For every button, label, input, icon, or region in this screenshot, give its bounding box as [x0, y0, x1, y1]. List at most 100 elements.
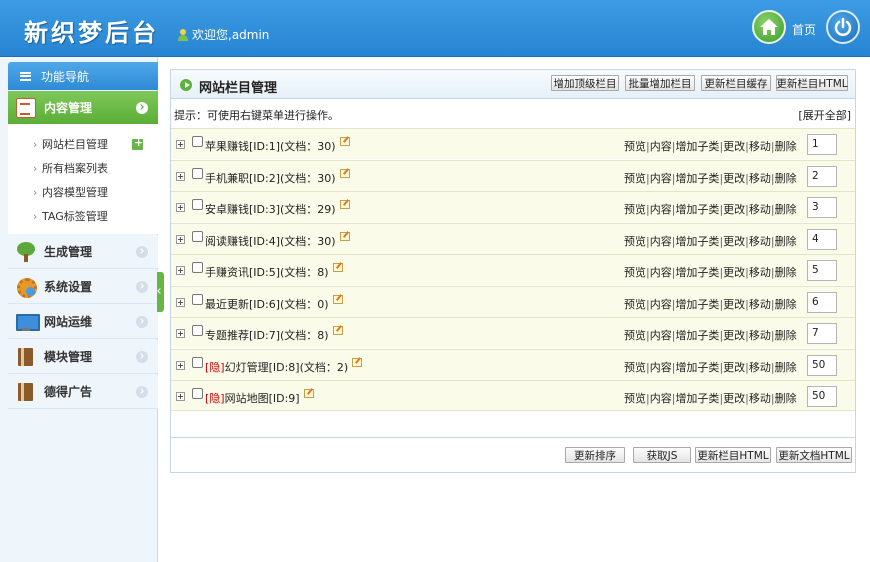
action-link[interactable]: 增加子类: [675, 329, 719, 342]
action-link[interactable]: 更改: [723, 392, 745, 405]
action-link[interactable]: 内容: [650, 140, 672, 153]
action-link[interactable]: 更改: [723, 361, 745, 374]
update-column-cache-button[interactable]: 更新栏目缓存: [701, 75, 771, 91]
sidebar-collapse-handle[interactable]: [157, 272, 164, 312]
action-link[interactable]: 内容: [650, 298, 672, 311]
sort-input[interactable]: 6: [807, 291, 837, 313]
row-checkbox[interactable]: [192, 167, 203, 179]
column-name[interactable]: 阅读赚钱[ID:4](文档：30): [205, 231, 350, 249]
action-link[interactable]: 删除: [775, 392, 797, 405]
edit-icon[interactable]: [303, 389, 314, 398]
action-link[interactable]: 更改: [723, 203, 745, 216]
sort-input[interactable]: 7: [807, 323, 837, 344]
action-link[interactable]: 增加子类: [675, 298, 719, 311]
update-column-html-bottom-button[interactable]: 更新栏目HTML: [695, 447, 771, 463]
sort-input[interactable]: 50: [807, 354, 837, 376]
expand-plus-icon[interactable]: [176, 329, 185, 338]
row-checkbox[interactable]: [192, 356, 203, 368]
get-js-button[interactable]: 获取JS: [633, 447, 691, 463]
expand-plus-icon[interactable]: [176, 392, 185, 401]
sort-input[interactable]: 1: [807, 134, 837, 155]
row-checkbox[interactable]: [192, 199, 203, 210]
logout-button[interactable]: [826, 10, 860, 44]
action-link[interactable]: 更改: [723, 235, 745, 248]
sort-input[interactable]: 3: [807, 197, 837, 218]
sidebar-category-system[interactable]: 系统设置: [8, 270, 158, 304]
sidebar-item-content-model[interactable]: 内容模型管理: [8, 180, 158, 204]
sort-input[interactable]: 2: [807, 165, 837, 187]
edit-icon[interactable]: [332, 294, 343, 304]
column-name[interactable]: 苹果赚钱[ID:1](文档：30): [205, 137, 350, 154]
sidebar-category-ops[interactable]: 网站运维: [8, 305, 158, 339]
action-link[interactable]: 预览: [624, 140, 646, 153]
row-checkbox[interactable]: [192, 230, 203, 242]
action-link[interactable]: 增加子类: [675, 203, 719, 216]
action-link[interactable]: 更改: [723, 140, 745, 153]
edit-icon[interactable]: [339, 168, 350, 178]
action-link[interactable]: 预览: [624, 329, 646, 342]
home-button[interactable]: [752, 10, 786, 44]
action-link[interactable]: 内容: [650, 172, 672, 185]
edit-icon[interactable]: [332, 326, 343, 335]
action-link[interactable]: 预览: [624, 266, 646, 279]
action-link[interactable]: 内容: [650, 203, 672, 216]
update-column-html-button[interactable]: 更新栏目HTML: [776, 75, 848, 91]
expand-plus-icon[interactable]: [176, 203, 185, 212]
action-link[interactable]: 内容: [650, 329, 672, 342]
sidebar-category-content[interactable]: 内容管理: [8, 91, 158, 124]
action-link[interactable]: 移动: [749, 392, 771, 405]
action-link[interactable]: 移动: [749, 361, 771, 374]
column-name[interactable]: 最近更新[ID:6](文档：0): [205, 294, 343, 312]
action-link[interactable]: 预览: [624, 392, 646, 405]
row-checkbox[interactable]: [192, 136, 203, 147]
table-row[interactable]: 阅读赚钱[ID:4](文档：30) 预览|内容|增加子类|更改|移动|删除 4: [171, 222, 855, 254]
table-row[interactable]: 手机兼职[ID:2](文档：30) 预览|内容|增加子类|更改|移动|删除 2: [171, 159, 855, 191]
action-link[interactable]: 移动: [749, 329, 771, 342]
action-link[interactable]: 更改: [723, 329, 745, 342]
add-icon[interactable]: [132, 136, 143, 150]
column-name[interactable]: 安卓赚钱[ID:3](文档：29): [205, 200, 350, 217]
action-link[interactable]: 预览: [624, 172, 646, 185]
sort-input[interactable]: 4: [807, 228, 837, 250]
action-link[interactable]: 删除: [775, 329, 797, 342]
column-name[interactable]: [隐]幻灯管理[ID:8](文档：2): [205, 357, 363, 375]
action-link[interactable]: 内容: [650, 361, 672, 374]
action-link[interactable]: 移动: [749, 203, 771, 216]
column-name[interactable]: [隐]网站地图[ID:9]: [205, 389, 314, 406]
row-checkbox[interactable]: [192, 262, 203, 273]
action-link[interactable]: 删除: [775, 235, 797, 248]
table-row[interactable]: [隐]幻灯管理[ID:8](文档：2) 预览|内容|增加子类|更改|移动|删除 50: [171, 348, 855, 380]
action-link[interactable]: 增加子类: [675, 266, 719, 279]
column-name[interactable]: 手赚资讯[ID:5](文档：8): [205, 263, 343, 280]
row-checkbox[interactable]: [192, 325, 203, 336]
expand-plus-icon[interactable]: [176, 234, 185, 244]
edit-icon[interactable]: [339, 231, 350, 241]
edit-icon[interactable]: [339, 137, 350, 146]
action-link[interactable]: 移动: [749, 172, 771, 185]
action-link[interactable]: 内容: [650, 266, 672, 279]
action-link[interactable]: 删除: [775, 266, 797, 279]
expand-plus-icon[interactable]: [176, 266, 185, 275]
action-link[interactable]: 删除: [775, 361, 797, 374]
table-row[interactable]: 安卓赚钱[ID:3](文档：29) 预览|内容|增加子类|更改|移动|删除 3: [171, 191, 855, 222]
edit-icon[interactable]: [339, 200, 350, 209]
action-link[interactable]: 移动: [749, 266, 771, 279]
action-link[interactable]: 更改: [723, 172, 745, 185]
table-row[interactable]: 专题推荐[ID:7](文档：8) 预览|内容|增加子类|更改|移动|删除 7: [171, 317, 855, 348]
sort-input[interactable]: 50: [807, 386, 837, 407]
sidebar-category-generate[interactable]: 生成管理: [8, 235, 158, 269]
table-row[interactable]: 苹果赚钱[ID:1](文档：30) 预览|内容|增加子类|更改|移动|删除 1: [171, 128, 855, 159]
action-link[interactable]: 预览: [624, 203, 646, 216]
action-link[interactable]: 删除: [775, 298, 797, 311]
action-link[interactable]: 移动: [749, 235, 771, 248]
action-link[interactable]: 移动: [749, 140, 771, 153]
expand-plus-icon[interactable]: [176, 140, 185, 149]
expand-plus-icon[interactable]: [176, 360, 185, 370]
column-name[interactable]: 手机兼职[ID:2](文档：30): [205, 168, 350, 186]
update-sort-button[interactable]: 更新排序: [565, 447, 625, 463]
sidebar-item-all-archives[interactable]: 所有档案列表: [8, 156, 158, 180]
update-document-html-button[interactable]: 更新文档HTML: [776, 447, 852, 463]
edit-icon[interactable]: [332, 263, 343, 272]
sidebar-category-modules[interactable]: 模块管理: [8, 340, 158, 374]
action-link[interactable]: 增加子类: [675, 172, 719, 185]
